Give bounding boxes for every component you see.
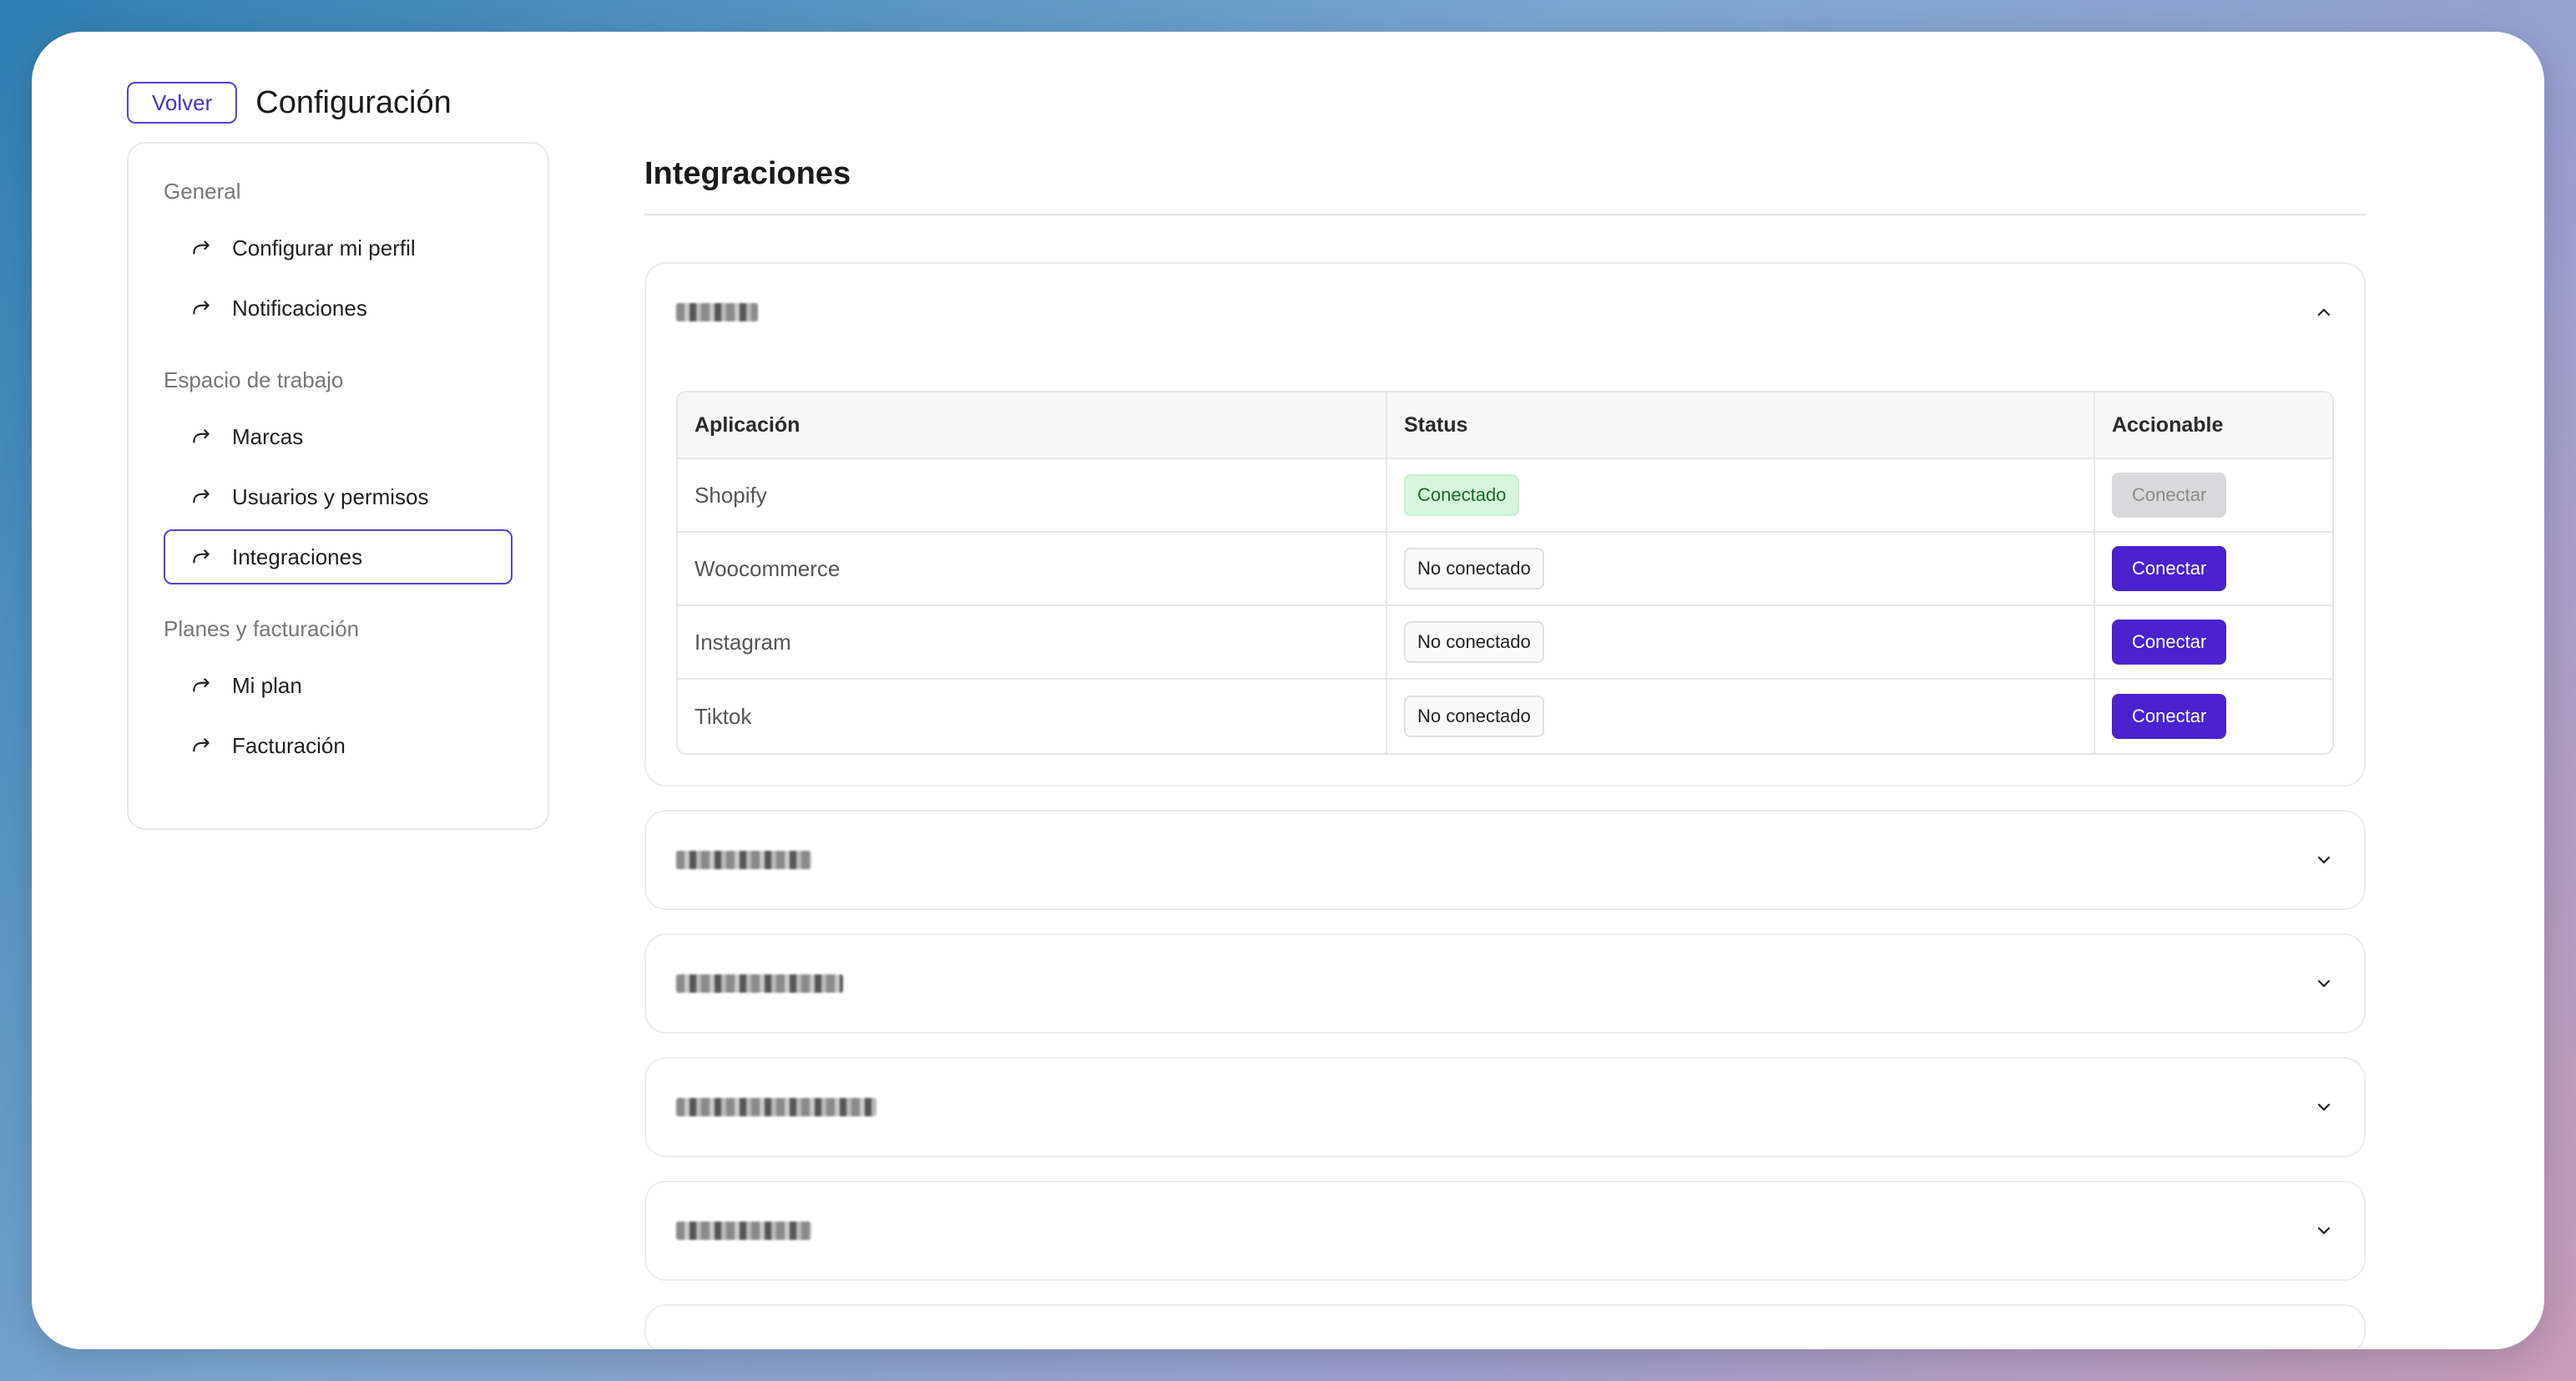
accordion-header[interactable] [646, 1059, 2364, 1156]
sidebar-item-label: Marcas [232, 423, 304, 449]
redirect-arrow-icon [190, 486, 212, 508]
sidebar-section-label: Espacio de trabajo [164, 367, 344, 392]
section-title: Integraciones [644, 156, 851, 191]
connect-button[interactable]: Conectar [2112, 694, 2227, 739]
accordion-header[interactable] [646, 264, 2364, 361]
integration-group-collapsed[interactable] [644, 810, 2366, 910]
sidebar-item-label: Mi plan [232, 672, 302, 698]
accordion-header[interactable] [646, 935, 2364, 1032]
redirect-arrow-icon [190, 546, 212, 568]
integration-group-collapsed[interactable] [644, 1304, 2366, 1349]
table-row: Instagram No conectado Conectar [678, 606, 2332, 680]
redirect-arrow-icon [190, 297, 212, 319]
sidebar-item-usuarios-permisos[interactable]: Usuarios y permisos [164, 469, 513, 524]
app-window: Volver Configuración General Configurar … [32, 32, 2544, 1349]
app-name: Tiktok [678, 680, 1387, 753]
column-header-app: Aplicación [678, 392, 1387, 459]
sidebar-item-label: Notificaciones [232, 295, 367, 321]
chevron-up-icon[interactable] [2314, 302, 2334, 322]
status-badge: No conectado [1404, 548, 1544, 589]
column-header-action: Accionable [2095, 392, 2332, 459]
status-badge: Conectado [1404, 474, 1520, 516]
sidebar-item-label: Configurar mi perfil [232, 235, 416, 261]
sidebar-item-label: Integraciones [232, 544, 363, 569]
sidebar-item-facturacion[interactable]: Facturación [164, 718, 513, 773]
sidebar-section-label: Planes y facturación [164, 616, 360, 641]
sidebar-item-notificaciones[interactable]: Notificaciones [164, 281, 513, 336]
redacted-group-name [676, 851, 811, 869]
connect-button[interactable]: Conectar [2112, 473, 2227, 518]
integration-group-collapsed[interactable] [644, 1181, 2366, 1281]
sidebar-section-general: General Configurar mi perfil Notificacio… [164, 177, 513, 336]
sidebar-section-label: General [164, 179, 241, 204]
status-badge: No conectado [1404, 621, 1544, 663]
chevron-down-icon[interactable] [2314, 1097, 2334, 1117]
sidebar-item-label: Usuarios y permisos [232, 483, 429, 509]
page-header: Volver Configuración [127, 82, 452, 124]
main-content: Integraciones Aplicación Status Accionab… [644, 142, 2366, 1349]
redacted-group-name [676, 303, 758, 321]
sidebar-section-billing: Planes y facturación Mi plan Facturación [164, 615, 513, 773]
accordion-header[interactable] [646, 812, 2364, 908]
column-header-status: Status [1387, 392, 2095, 459]
app-name: Shopify [678, 459, 1387, 533]
redirect-arrow-icon [190, 735, 212, 756]
table-row: Tiktok No conectado Conectar [678, 680, 2332, 753]
chevron-down-icon[interactable] [2314, 974, 2334, 994]
app-name: Woocommerce [678, 533, 1387, 606]
sidebar-item-configurar-perfil[interactable]: Configurar mi perfil [164, 220, 513, 276]
table-row: Shopify Conectado Conectar [678, 459, 2332, 533]
redacted-group-name [676, 974, 843, 993]
redirect-arrow-icon [190, 237, 212, 259]
divider [644, 214, 2366, 215]
connect-button[interactable]: Conectar [2112, 620, 2227, 665]
sidebar-item-mi-plan[interactable]: Mi plan [164, 658, 513, 713]
redacted-group-name [676, 1222, 811, 1240]
table-header-row: Aplicación Status Accionable [678, 392, 2332, 459]
redirect-arrow-icon [190, 426, 212, 448]
sidebar-item-integraciones[interactable]: Integraciones [164, 529, 513, 584]
app-name: Instagram [678, 606, 1387, 680]
redacted-group-name [676, 1098, 876, 1116]
integration-group-collapsed[interactable] [644, 933, 2366, 1034]
status-badge: No conectado [1404, 696, 1544, 737]
chevron-down-icon[interactable] [2314, 850, 2334, 870]
sidebar-item-label: Facturación [232, 732, 346, 758]
back-button[interactable]: Volver [127, 82, 238, 124]
connect-button[interactable]: Conectar [2112, 546, 2227, 591]
integrations-table: Aplicación Status Accionable Shopify Con… [676, 391, 2334, 755]
table-row: Woocommerce No conectado Conectar [678, 533, 2332, 606]
settings-sidebar: General Configurar mi perfil Notificacio… [127, 142, 549, 830]
sidebar-section-workspace: Espacio de trabajo Marcas Usuarios y per… [164, 366, 513, 584]
redirect-arrow-icon [190, 675, 212, 696]
page-title: Configuración [255, 84, 452, 120]
sidebar-item-marcas[interactable]: Marcas [164, 409, 513, 464]
accordion-header[interactable] [646, 1182, 2364, 1279]
chevron-down-icon[interactable] [2314, 1221, 2334, 1241]
integration-group-collapsed[interactable] [644, 1057, 2366, 1157]
integration-group-expanded: Aplicación Status Accionable Shopify Con… [644, 262, 2366, 787]
